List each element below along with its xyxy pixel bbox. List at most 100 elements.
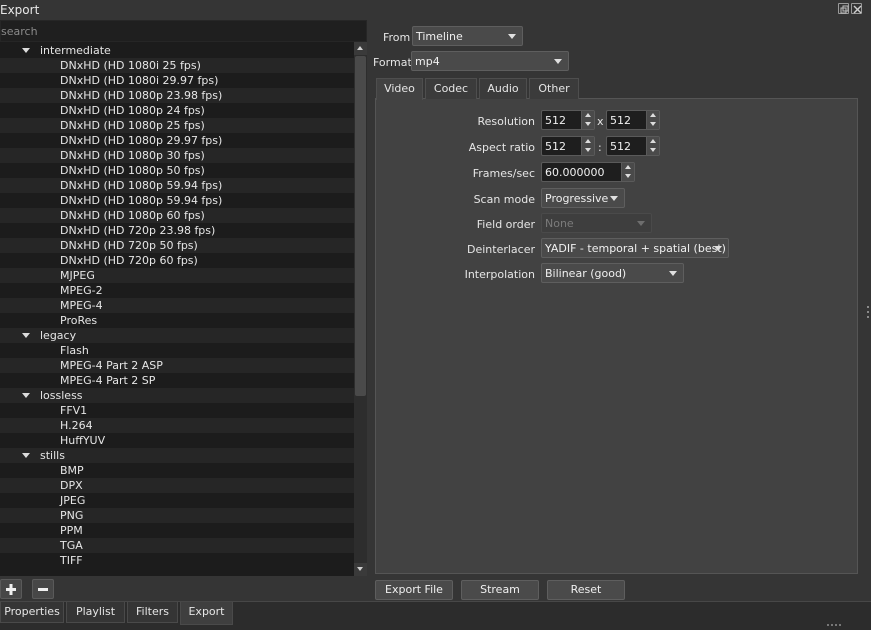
stream-button[interactable]: Stream: [461, 580, 539, 600]
tab-other[interactable]: Other: [529, 78, 579, 99]
tree-item[interactable]: DNxHD (HD 1080p 25 fps): [0, 118, 354, 133]
splitter-handle[interactable]: [866, 306, 869, 322]
scan-mode-select[interactable]: Progressive: [541, 188, 625, 208]
expand-arrow-icon[interactable]: [22, 393, 30, 398]
tab-video[interactable]: Video: [376, 78, 423, 100]
fps-label: Frames/sec: [472, 167, 535, 180]
search-input[interactable]: [1, 21, 366, 41]
aspect-num-spinbox[interactable]: 512: [541, 136, 595, 156]
expand-arrow-icon[interactable]: [22, 453, 30, 458]
dock-tab-export[interactable]: Export: [180, 602, 233, 625]
tree-item[interactable]: MPEG-2: [0, 283, 354, 298]
deinterlacer-select[interactable]: YADIF - temporal + spatial (best): [541, 238, 729, 258]
spin-arrows-icon[interactable]: [581, 111, 594, 129]
tree-label: DNxHD (HD 1080p 30 fps): [60, 149, 205, 162]
tree-item[interactable]: TGA: [0, 538, 354, 553]
spin-arrows-icon[interactable]: [646, 111, 659, 129]
spin-arrows-icon[interactable]: [581, 137, 594, 155]
tree-item[interactable]: MPEG-4: [0, 298, 354, 313]
tree-item[interactable]: ProRes: [0, 313, 354, 328]
tree-item[interactable]: HuffYUV: [0, 433, 354, 448]
tree-group[interactable]: stills: [0, 448, 354, 463]
tree-item[interactable]: BMP: [0, 463, 354, 478]
export-file-button[interactable]: Export File: [375, 580, 453, 600]
tree-item[interactable]: DNxHD (HD 1080i 29.97 fps): [0, 73, 354, 88]
tree-group[interactable]: legacy: [0, 328, 354, 343]
scan-mode-label: Scan mode: [473, 193, 535, 206]
aspect-num-value: 512: [545, 140, 566, 153]
from-value: Timeline: [416, 30, 463, 43]
remove-preset-button[interactable]: [32, 579, 54, 599]
tree-item[interactable]: DNxHD (HD 1080p 60 fps): [0, 208, 354, 223]
field-order-value: None: [545, 217, 574, 230]
tree-label: PPM: [60, 524, 83, 537]
tree-item[interactable]: DNxHD (HD 1080p 59.94 fps): [0, 193, 354, 208]
chevron-down-icon: [669, 271, 677, 276]
dock-tab-properties[interactable]: Properties: [0, 602, 64, 623]
width-spinbox[interactable]: 512: [541, 110, 595, 130]
dock-tab-filters[interactable]: Filters: [127, 602, 178, 623]
tree-item[interactable]: TIFF: [0, 553, 354, 568]
add-preset-button[interactable]: [0, 579, 22, 599]
tree-label: FFV1: [60, 404, 88, 417]
interpolation-select[interactable]: Bilinear (good): [541, 263, 684, 283]
tree-item[interactable]: DNxHD (HD 1080p 29.97 fps): [0, 133, 354, 148]
tree-item[interactable]: MJPEG: [0, 268, 354, 283]
tree-group[interactable]: lossless: [0, 388, 354, 403]
tree-item[interactable]: DNxHD (HD 1080p 59.94 fps): [0, 178, 354, 193]
tree-item[interactable]: Flash: [0, 343, 354, 358]
tab-codec[interactable]: Codec: [425, 78, 477, 99]
tree-item[interactable]: DNxHD (HD 1080p 30 fps): [0, 148, 354, 163]
dock-tab-playlist[interactable]: Playlist: [66, 602, 125, 623]
height-spinbox[interactable]: 512: [606, 110, 660, 130]
tree-item[interactable]: MPEG-4 Part 2 SP: [0, 373, 354, 388]
minus-icon: [38, 588, 48, 591]
tree-item[interactable]: PPM: [0, 523, 354, 538]
chevron-down-icon: [508, 34, 516, 39]
tree-item[interactable]: DPX: [0, 478, 354, 493]
tree-item[interactable]: H.264: [0, 418, 354, 433]
scroll-thumb[interactable]: [355, 56, 366, 396]
expand-arrow-icon[interactable]: [22, 333, 30, 338]
close-icon[interactable]: [851, 3, 862, 14]
from-select[interactable]: Timeline: [412, 26, 523, 46]
resolution-label: Resolution: [477, 115, 535, 128]
tree-item[interactable]: PNG: [0, 508, 354, 523]
tab-audio[interactable]: Audio: [479, 78, 527, 99]
tree-label: DNxHD (HD 1080p 23.98 fps): [60, 89, 223, 102]
tree-item[interactable]: FFV1: [0, 403, 354, 418]
spin-arrows-icon[interactable]: [646, 137, 659, 155]
tree-label: Flash: [60, 344, 89, 357]
tree-item[interactable]: DNxHD (HD 720p 23.98 fps): [0, 223, 354, 238]
preset-search: [0, 20, 367, 42]
tree-label: DNxHD (HD 1080i 29.97 fps): [60, 74, 219, 87]
tree-item[interactable]: DNxHD (HD 720p 50 fps): [0, 238, 354, 253]
format-select[interactable]: mp4: [411, 51, 569, 71]
aspect-separator: :: [598, 141, 602, 154]
tree-group[interactable]: intermediate: [0, 43, 354, 58]
tree-item[interactable]: DNxHD (HD 1080p 24 fps): [0, 103, 354, 118]
preset-tree-scrollbar[interactable]: [354, 42, 367, 576]
aspect-den-spinbox[interactable]: 512: [606, 136, 660, 156]
fps-spinbox[interactable]: 60.000000: [541, 162, 635, 182]
tree-item[interactable]: DNxHD (HD 1080i 25 fps): [0, 58, 354, 73]
tree-label: DPX: [60, 479, 83, 492]
float-window-icon[interactable]: [838, 3, 849, 14]
tree-label: DNxHD (HD 1080p 59.94 fps): [60, 179, 223, 192]
tree-label: DNxHD (HD 1080p 50 fps): [60, 164, 205, 177]
field-order-label: Field order: [476, 218, 535, 231]
tree-item[interactable]: DNxHD (HD 1080p 23.98 fps): [0, 88, 354, 103]
tree-item[interactable]: JPEG: [0, 493, 354, 508]
tree-item[interactable]: DNxHD (HD 1080p 50 fps): [0, 163, 354, 178]
tree-item[interactable]: MPEG-4 Part 2 ASP: [0, 358, 354, 373]
scan-mode-value: Progressive: [545, 192, 609, 205]
expand-arrow-icon[interactable]: [22, 48, 30, 53]
tree-item[interactable]: DNxHD (HD 720p 60 fps): [0, 253, 354, 268]
scroll-up-button[interactable]: [354, 42, 367, 55]
tree-label: MPEG-4 Part 2 SP: [60, 374, 156, 387]
reset-button[interactable]: Reset: [547, 580, 625, 600]
spin-arrows-icon[interactable]: [621, 163, 634, 181]
fps-value: 60.000000: [545, 166, 605, 179]
scroll-down-button[interactable]: [354, 563, 367, 576]
resize-grip[interactable]: [827, 624, 845, 628]
